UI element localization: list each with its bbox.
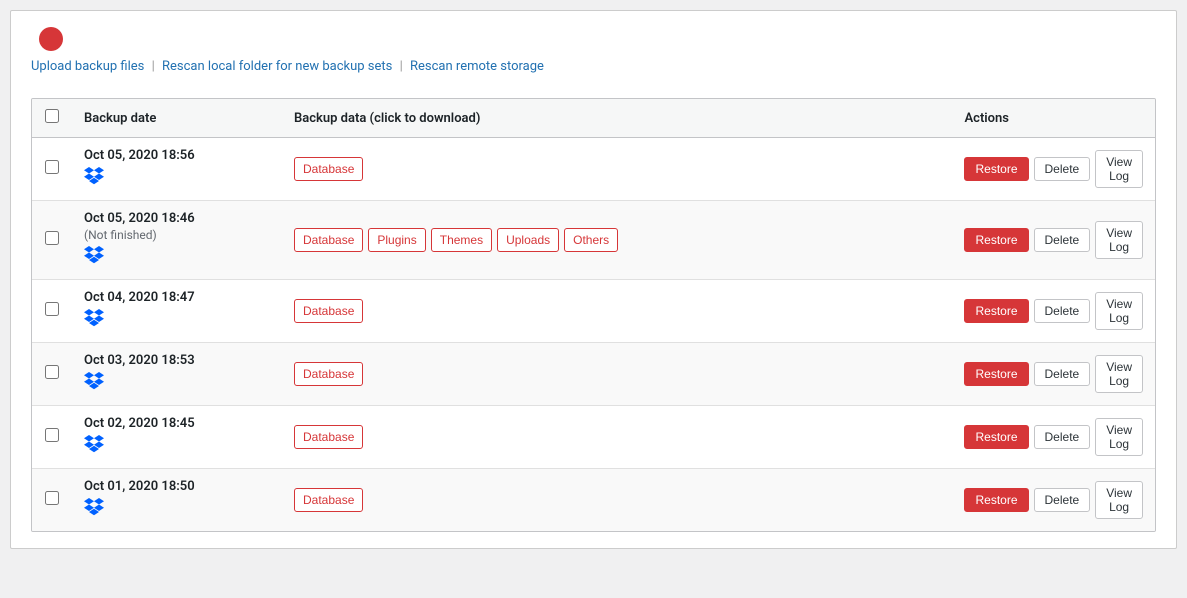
backup-tag-button[interactable]: Others <box>564 228 618 253</box>
row-checkbox[interactable] <box>45 428 59 442</box>
dropbox-icon <box>84 246 270 269</box>
backup-data-cell: DatabasePluginsThemesUploadsOthers <box>282 201 952 280</box>
table-row: Oct 01, 2020 18:50 Database RestoreDelete… <box>32 469 1155 532</box>
backup-date-cell: Oct 01, 2020 18:50 <box>72 469 282 532</box>
delete-button[interactable]: Delete <box>1034 299 1091 323</box>
view-log-button[interactable]: View Log <box>1095 355 1143 393</box>
upload-backup-files-link[interactable]: Upload backup files <box>31 59 144 74</box>
backup-date-text: Oct 04, 2020 18:47 <box>84 290 270 305</box>
view-log-button[interactable]: View Log <box>1095 481 1143 519</box>
row-checkbox[interactable] <box>45 231 59 245</box>
backup-date-cell: Oct 05, 2020 18:46 (Not finished) <box>72 201 282 280</box>
dropbox-icon <box>84 498 270 521</box>
table-header-row: Backup date Backup data (click to downlo… <box>32 99 1155 138</box>
main-card: Upload backup files | Rescan local folde… <box>10 10 1177 549</box>
col-checkbox <box>32 99 72 138</box>
view-log-button[interactable]: View Log <box>1095 292 1143 330</box>
backup-tag-button[interactable]: Database <box>294 228 363 253</box>
restore-button[interactable]: Restore <box>964 157 1028 181</box>
page-wrapper: Upload backup files | Rescan local folde… <box>0 0 1187 598</box>
backup-tag-button[interactable]: Database <box>294 157 363 182</box>
restore-button[interactable]: Restore <box>964 299 1028 323</box>
view-log-button[interactable]: View Log <box>1095 418 1143 456</box>
backup-tag-button[interactable]: Database <box>294 299 363 324</box>
backup-date-text: Oct 03, 2020 18:53 <box>84 353 270 368</box>
dropbox-icon <box>84 435 270 458</box>
table-row: Oct 02, 2020 18:45 Database RestoreDelete… <box>32 406 1155 469</box>
restore-button[interactable]: Restore <box>964 488 1028 512</box>
delete-button[interactable]: Delete <box>1034 488 1091 512</box>
dropbox-icon <box>84 372 270 395</box>
separator-1: | <box>152 59 155 74</box>
backup-count-badge <box>39 27 63 51</box>
backup-date-text: Oct 01, 2020 18:50 <box>84 479 270 494</box>
row-checkbox[interactable] <box>45 160 59 174</box>
backup-data-cell: Database <box>282 138 952 201</box>
actions-cell: RestoreDeleteView Log <box>952 201 1155 280</box>
backup-date-text: Oct 05, 2020 18:56 <box>84 148 270 163</box>
select-all-checkbox[interactable] <box>45 109 59 123</box>
rescan-remote-storage-link[interactable]: Rescan remote storage <box>410 59 544 74</box>
delete-button[interactable]: Delete <box>1034 362 1091 386</box>
restore-button[interactable]: Restore <box>964 425 1028 449</box>
row-checkbox-cell <box>32 343 72 406</box>
table-row: Oct 03, 2020 18:53 Database RestoreDelete… <box>32 343 1155 406</box>
rescan-local-folder-link[interactable]: Rescan local folder for new backup sets <box>162 59 392 74</box>
col-backup-data: Backup data (click to download) <box>282 99 952 138</box>
table-row: Oct 05, 2020 18:56 Database RestoreDelete… <box>32 138 1155 201</box>
row-checkbox-cell <box>32 406 72 469</box>
backup-date-cell: Oct 05, 2020 18:56 <box>72 138 282 201</box>
delete-button[interactable]: Delete <box>1034 425 1091 449</box>
backup-date-cell: Oct 03, 2020 18:53 <box>72 343 282 406</box>
delete-button[interactable]: Delete <box>1034 157 1091 181</box>
backup-tag-button[interactable]: Uploads <box>497 228 559 253</box>
header-section: Upload backup files | Rescan local folde… <box>31 27 1156 86</box>
delete-button[interactable]: Delete <box>1034 228 1091 252</box>
backup-tag-button[interactable]: Database <box>294 488 363 513</box>
backup-data-cell: Database <box>282 406 952 469</box>
row-checkbox[interactable] <box>45 302 59 316</box>
table-row: Oct 05, 2020 18:46 (Not finished) Databas… <box>32 201 1155 280</box>
actions-cell: RestoreDeleteView Log <box>952 280 1155 343</box>
row-checkbox-cell <box>32 469 72 532</box>
backup-date-text: Oct 02, 2020 18:45 <box>84 416 270 431</box>
view-log-button[interactable]: View Log <box>1095 150 1143 188</box>
actions-cell: RestoreDeleteView Log <box>952 469 1155 532</box>
backup-tag-button[interactable]: Database <box>294 425 363 450</box>
backup-tag-button[interactable]: Database <box>294 362 363 387</box>
row-checkbox-cell <box>32 201 72 280</box>
backup-date-cell: Oct 04, 2020 18:47 <box>72 280 282 343</box>
backups-table-wrapper: Backup date Backup data (click to downlo… <box>31 98 1156 532</box>
backup-date-sub-text: (Not finished) <box>84 228 270 242</box>
backup-data-cell: Database <box>282 343 952 406</box>
more-tasks-row: Upload backup files | Rescan local folde… <box>31 59 1156 74</box>
dropbox-icon <box>84 167 270 190</box>
actions-cell: RestoreDeleteView Log <box>952 138 1155 201</box>
actions-cell: RestoreDeleteView Log <box>952 343 1155 406</box>
backup-data-cell: Database <box>282 469 952 532</box>
col-backup-date: Backup date <box>72 99 282 138</box>
restore-button[interactable]: Restore <box>964 228 1028 252</box>
row-checkbox-cell <box>32 280 72 343</box>
title-row <box>31 27 1156 51</box>
col-actions: Actions <box>952 99 1155 138</box>
backups-table: Backup date Backup data (click to downlo… <box>32 99 1155 531</box>
backup-tag-button[interactable]: Themes <box>431 228 492 253</box>
backup-data-cell: Database <box>282 280 952 343</box>
backup-tag-button[interactable]: Plugins <box>368 228 425 253</box>
backup-date-text: Oct 05, 2020 18:46 <box>84 211 270 226</box>
restore-button[interactable]: Restore <box>964 362 1028 386</box>
actions-cell: RestoreDeleteView Log <box>952 406 1155 469</box>
backup-date-cell: Oct 02, 2020 18:45 <box>72 406 282 469</box>
view-log-button[interactable]: View Log <box>1095 221 1143 259</box>
table-row: Oct 04, 2020 18:47 Database RestoreDelete… <box>32 280 1155 343</box>
row-checkbox-cell <box>32 138 72 201</box>
dropbox-icon <box>84 309 270 332</box>
row-checkbox[interactable] <box>45 491 59 505</box>
separator-2: | <box>400 59 403 74</box>
row-checkbox[interactable] <box>45 365 59 379</box>
